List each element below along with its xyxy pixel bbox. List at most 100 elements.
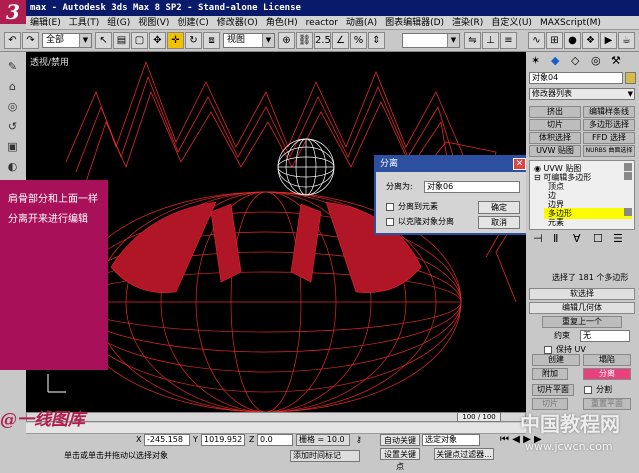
add-time-tag[interactable]: 添加时间标记 <box>290 450 360 462</box>
set-key-button[interactable]: 设置关键点 <box>380 448 420 471</box>
select-move-icon[interactable]: ✛ <box>167 32 184 49</box>
collapse-button[interactable]: 塌陷 <box>583 354 631 366</box>
pin-stack-icon[interactable]: ⊣ <box>533 232 543 245</box>
auto-key-button[interactable]: 自动关键点 <box>380 434 420 457</box>
ok-button[interactable]: 确定 <box>478 201 520 214</box>
move-icon[interactable]: ✥ <box>149 32 166 49</box>
goto-start-icon[interactable]: ⏮ <box>500 434 509 445</box>
detach-as-clone-checkbox[interactable] <box>386 218 394 226</box>
render-icon[interactable]: ☕ <box>618 32 635 49</box>
x-coord-field[interactable]: -245.158 <box>144 434 190 446</box>
create-tab-icon[interactable]: ✶ <box>531 54 540 67</box>
named-selection-dropdown[interactable]: ▼ <box>402 33 460 48</box>
preserve-uv-checkbox[interactable] <box>544 346 552 354</box>
selection-filter-dropdown[interactable]: 全部 ▼ <box>42 33 92 48</box>
pivot-icon[interactable]: ⊕ <box>278 32 295 49</box>
percent-snap-icon[interactable]: % <box>350 32 367 49</box>
menu-item[interactable]: 工具(T) <box>65 16 104 30</box>
extrude-button[interactable]: 挤出 <box>529 106 581 118</box>
detach-name-input[interactable]: 对象06 <box>424 181 520 193</box>
detach-button[interactable]: 分离 <box>583 368 631 380</box>
repeat-last-button[interactable]: 重复上一个 <box>542 316 622 328</box>
y-coord-field[interactable]: 1019.952 <box>201 434 245 446</box>
quick-render-icon[interactable]: ▶ <box>600 32 617 49</box>
cancel-button[interactable]: 取消 <box>478 216 520 229</box>
slice-plane-button[interactable]: 切片平面 <box>532 384 574 396</box>
select-object-icon[interactable]: ↖ <box>95 32 112 49</box>
nurbs-select-button[interactable]: NURBS 曲面选择 <box>583 145 635 157</box>
angle-snap-icon[interactable]: ∠ <box>332 32 349 49</box>
modify-tab-icon[interactable]: ◆ <box>551 54 559 67</box>
key-mode-dropdown[interactable]: 选定对象 <box>422 434 480 446</box>
remove-modifier-icon[interactable]: ☐ <box>593 232 603 245</box>
stack-item-element[interactable]: 元素 <box>548 217 564 228</box>
link-icon[interactable]: ⛓ <box>296 32 313 49</box>
schematic-icon[interactable]: ⊞ <box>546 32 563 49</box>
constraint-dropdown[interactable]: 无 <box>580 330 630 342</box>
edit-geometry-rollout[interactable]: 编辑几何体 <box>529 302 635 314</box>
snap-icon[interactable]: 2.5 <box>314 32 331 49</box>
create-button[interactable]: 创建 <box>532 354 580 366</box>
edit-spline-button[interactable]: 编辑样条线 <box>583 106 635 118</box>
reference-coord-dropdown[interactable]: 视图 ▼ <box>223 33 275 48</box>
redo-icon[interactable]: ↷ <box>22 32 39 49</box>
rotate-icon[interactable]: ↻ <box>185 32 202 49</box>
render-setup-icon[interactable]: ❖ <box>582 32 599 49</box>
utilities-tab-icon[interactable]: ⚒ <box>611 54 621 67</box>
scale-icon[interactable]: ⧈ <box>203 32 220 49</box>
object-color-swatch[interactable] <box>625 72 636 84</box>
undo-icon[interactable]: ↶ <box>4 32 21 49</box>
mirror-icon[interactable]: ⇋ <box>464 32 481 49</box>
show-end-result-icon[interactable]: Ⅱ <box>553 232 558 245</box>
menu-item[interactable]: 动画(A) <box>342 16 381 30</box>
uvw-map-button[interactable]: UVW 贴图 <box>529 145 581 157</box>
create-icon[interactable]: ✎ <box>4 58 21 75</box>
hierarchy-icon[interactable]: ◎ <box>4 98 21 115</box>
slice-modifier-button[interactable]: 切片 <box>529 119 581 131</box>
display-icon[interactable]: ▣ <box>4 138 21 155</box>
z-coord-field[interactable]: 0.0 <box>257 434 293 446</box>
menu-item[interactable]: 修改器(O) <box>213 16 262 30</box>
align-icon[interactable]: ⊥ <box>482 32 499 49</box>
menu-item[interactable]: 渲染(R) <box>448 16 487 30</box>
key-filters-button[interactable]: 关键点过滤器... <box>434 448 494 460</box>
prev-frame-icon[interactable]: ◀ <box>512 434 520 445</box>
close-icon[interactable]: ✕ <box>513 158 526 170</box>
menu-item[interactable]: MAXScript(M) <box>536 16 605 30</box>
menu-item[interactable]: reactor <box>302 16 342 30</box>
menu-item[interactable]: 图表编辑器(D) <box>381 16 448 30</box>
modify-icon[interactable]: ⌂ <box>4 78 21 95</box>
menu-item[interactable]: 视图(V) <box>134 16 173 30</box>
poly-select-button[interactable]: 多边形选择 <box>583 119 635 131</box>
modifier-list-dropdown[interactable]: 修改器列表 ▼ <box>529 88 635 100</box>
soft-selection-rollout[interactable]: 软选择 <box>529 288 635 300</box>
hierarchy-tab-icon[interactable]: ◇ <box>571 54 579 67</box>
menu-item[interactable]: 组(G) <box>103 16 134 30</box>
material-editor-icon[interactable]: ● <box>564 32 581 49</box>
time-slider-thumb[interactable]: 100 / 100 <box>457 412 501 422</box>
layer-icon[interactable]: ≡ <box>500 32 517 49</box>
rect-select-icon[interactable]: ▢ <box>131 32 148 49</box>
make-unique-icon[interactable]: ∀ <box>573 232 581 245</box>
object-name-input[interactable]: 对象04 <box>529 72 623 84</box>
menu-item[interactable]: 角色(H) <box>262 16 302 30</box>
configure-icon[interactable]: ☰ <box>613 232 623 245</box>
ffd-select-button[interactable]: FFD 选择 <box>583 132 635 144</box>
detach-to-element-checkbox[interactable] <box>386 203 394 211</box>
motion-icon[interactable]: ↺ <box>4 118 21 135</box>
time-slider[interactable]: 100 / 100 <box>26 412 526 422</box>
menu-item[interactable]: 编辑(E) <box>26 16 65 30</box>
motion-tab-icon[interactable]: ◎ <box>591 54 601 67</box>
curve-editor-icon[interactable]: ∿ <box>528 32 545 49</box>
select-by-name-icon[interactable]: ▤ <box>113 32 130 49</box>
split-checkbox[interactable] <box>584 386 592 394</box>
menu-item[interactable]: 自定义(U) <box>487 16 536 30</box>
vol-select-button[interactable]: 体积选择 <box>529 132 581 144</box>
spinner-snap-icon[interactable]: ⇕ <box>368 32 385 49</box>
utilities-icon[interactable]: ◐ <box>4 158 21 175</box>
menu-item[interactable]: 创建(C) <box>173 16 212 30</box>
command-panel: ✶ ◆ ◇ ◎ ⚒ 对象04 修改器列表 ▼ 挤出 编辑样条线 切片 多边形选择… <box>526 52 639 422</box>
attach-button[interactable]: 附加 <box>532 368 568 380</box>
track-bar[interactable] <box>26 423 526 434</box>
key-icon[interactable]: ⚷ <box>356 434 362 446</box>
